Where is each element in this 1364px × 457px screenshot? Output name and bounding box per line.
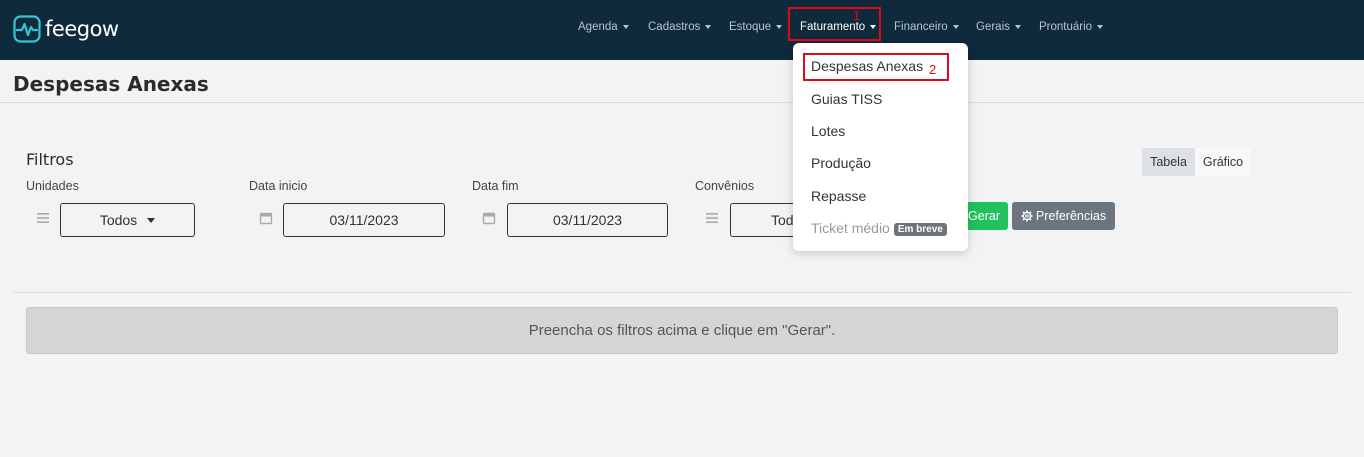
grafico-toggle[interactable]: Gráfico	[1195, 148, 1251, 176]
menu-item-guias-tiss[interactable]: Guias TISS	[811, 91, 882, 107]
menu-item-ticket-medio: Ticket médio Em breve	[811, 220, 947, 236]
nav-prontuario[interactable]: Prontuário	[1039, 21, 1104, 33]
preferencias-button-label: Preferências	[1035, 209, 1107, 223]
data-fim-label: Data fim	[472, 179, 519, 193]
page-title: Despesas Anexas	[13, 72, 209, 96]
logo-icon	[13, 15, 41, 43]
filters-title: Filtros	[26, 150, 74, 169]
unidades-label: Unidades	[26, 179, 79, 193]
caret-down-icon	[952, 24, 959, 29]
nav-estoque[interactable]: Estoque	[729, 21, 783, 33]
annotation-number-2: 2	[929, 62, 937, 77]
caret-down-icon	[1097, 24, 1104, 29]
highlight-box-faturamento	[788, 7, 881, 41]
brand-name: feegow	[45, 17, 119, 41]
menu-item-lotes[interactable]: Lotes	[811, 123, 845, 139]
data-inicio-value: 03/11/2023	[329, 212, 399, 228]
nav-estoque-label: Estoque	[729, 21, 772, 33]
nav-gerais-label: Gerais	[976, 21, 1010, 33]
data-inicio-input[interactable]: 03/11/2023	[283, 203, 445, 237]
empty-state-message: Preencha os filtros acima e clique em "G…	[26, 307, 1338, 354]
gerar-button-label: Gerar	[968, 209, 1000, 223]
caret-down-icon	[705, 24, 712, 29]
empty-state-text: Preencha os filtros acima e clique em "G…	[528, 322, 836, 339]
nav-agenda[interactable]: Agenda	[578, 21, 629, 33]
menu-item-producao[interactable]: Produção	[811, 155, 871, 171]
data-fim-value: 03/11/2023	[552, 212, 623, 228]
nav-financeiro-label: Financeiro	[894, 21, 948, 33]
caret-down-icon	[622, 24, 629, 29]
nav-prontuario-label: Prontuário	[1039, 21, 1093, 33]
tabela-toggle[interactable]: Tabela	[1142, 148, 1195, 176]
caret-down-icon	[776, 24, 783, 29]
data-inicio-label: Data inicio	[249, 179, 308, 193]
gear-icon	[1021, 210, 1033, 222]
nav-cadastros[interactable]: Cadastros	[648, 21, 712, 33]
grafico-toggle-label: Gráfico	[1202, 155, 1244, 169]
top-navbar: feegow Agenda Cadastros Estoque Faturame…	[0, 0, 1364, 60]
list-icon	[37, 213, 49, 223]
nav-financeiro[interactable]: Financeiro	[894, 21, 959, 33]
nav-agenda-label: Agenda	[578, 21, 618, 33]
unidades-value: Todos	[99, 212, 138, 228]
page-header: Despesas Anexas	[0, 60, 1364, 103]
annotation-number-1: 1	[853, 8, 861, 23]
nav-gerais[interactable]: Gerais	[976, 21, 1021, 33]
menu-item-repasse[interactable]: Repasse	[811, 188, 866, 204]
caret-down-icon	[1014, 24, 1021, 29]
unidades-select[interactable]: Todos	[60, 203, 195, 237]
calendar-icon	[259, 212, 273, 225]
menu-item-ticket-medio-label: Ticket médio	[811, 220, 890, 236]
preferencias-button[interactable]: Preferências	[1012, 202, 1115, 230]
highlight-box-despesas-anexas	[803, 53, 949, 81]
convenios-value: Tod	[771, 212, 794, 228]
tabela-toggle-label: Tabela	[1150, 155, 1187, 169]
logo[interactable]: feegow	[13, 15, 119, 43]
caret-down-icon	[147, 217, 156, 223]
convenios-label: Convênios	[695, 179, 755, 193]
em-breve-badge: Em breve	[893, 223, 947, 236]
list-icon	[706, 213, 718, 223]
calendar-icon	[482, 212, 496, 225]
nav-cadastros-label: Cadastros	[648, 21, 701, 33]
data-fim-input[interactable]: 03/11/2023	[507, 203, 668, 237]
divider	[13, 292, 1351, 293]
